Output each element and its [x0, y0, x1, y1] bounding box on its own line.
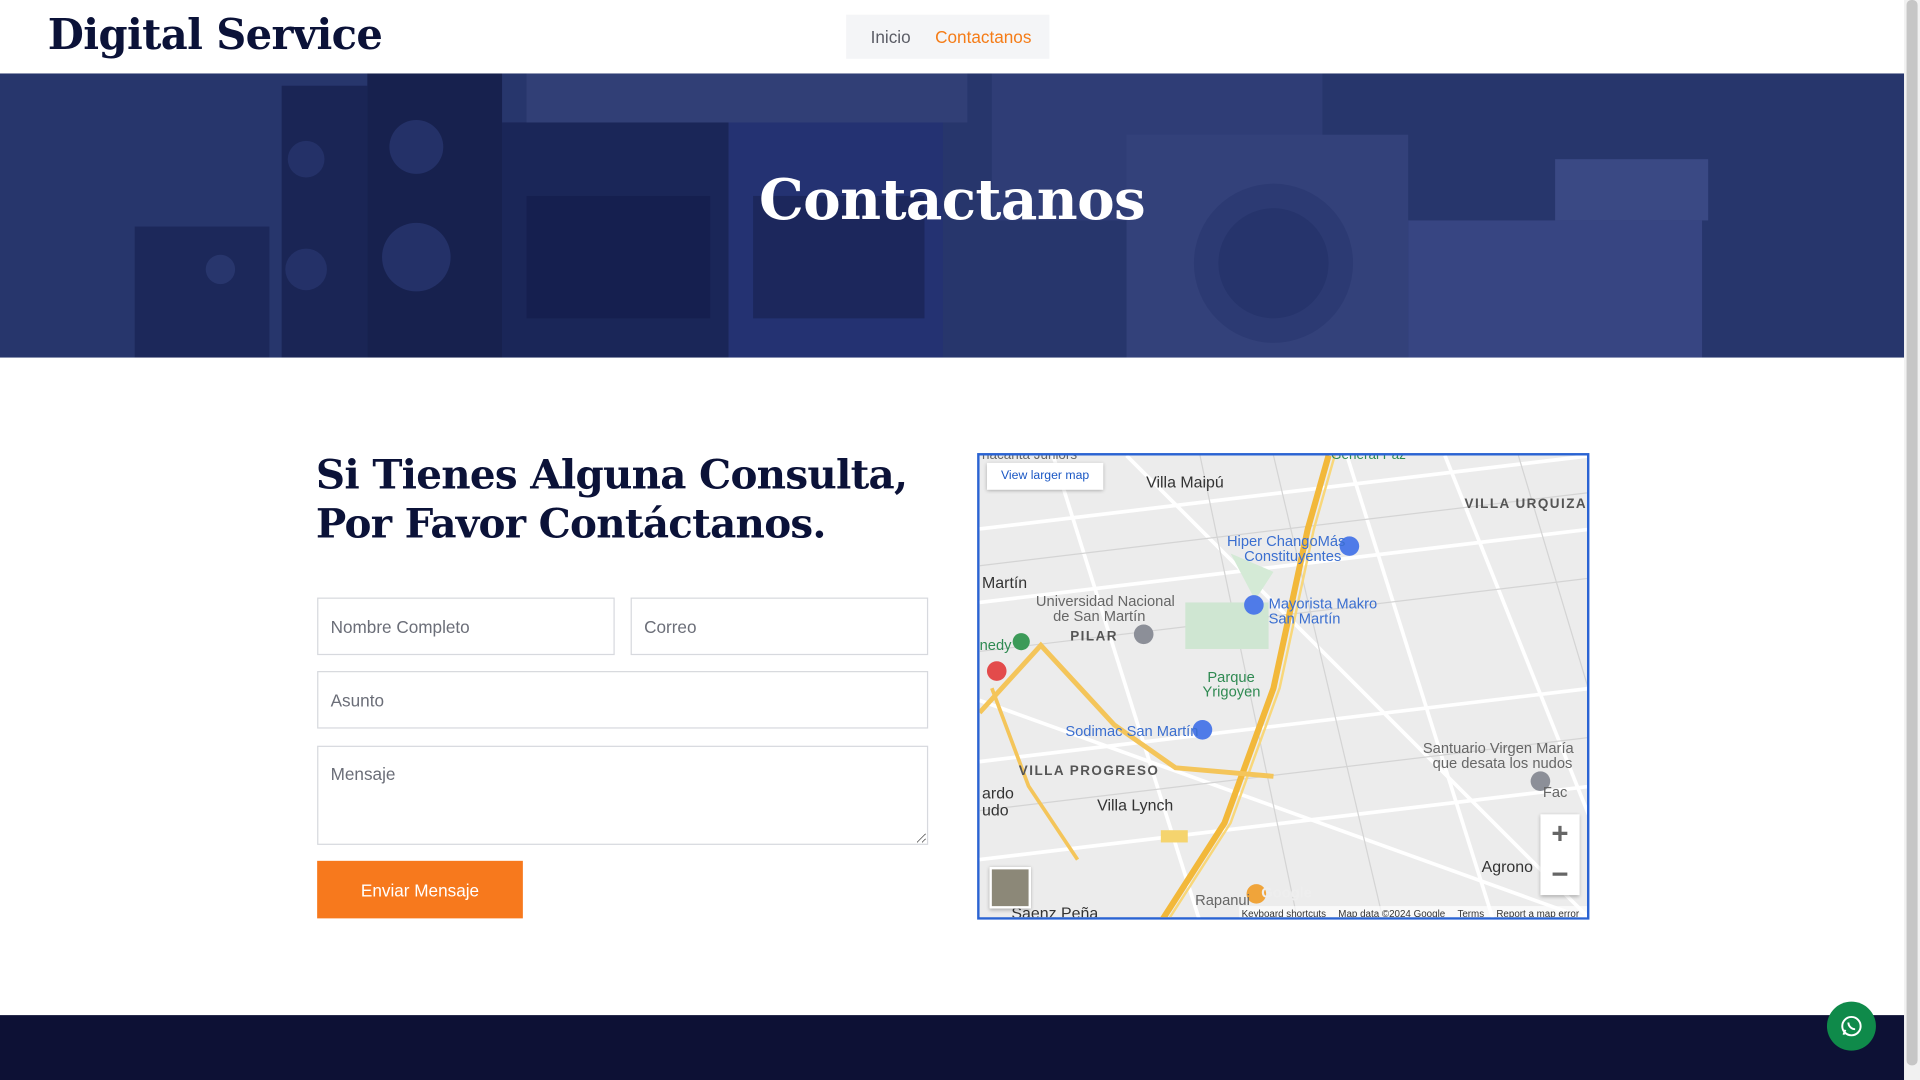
map-zoom-controls: + − — [1540, 814, 1580, 896]
whatsapp-icon — [1841, 1015, 1862, 1037]
nav-item-contactanos[interactable]: Contactanos — [935, 27, 1031, 47]
send-message-button[interactable]: Enviar Mensaje — [317, 860, 523, 919]
map-embed[interactable]: View larger map nacanta Juniors General … — [977, 453, 1590, 920]
map-tiles[interactable] — [979, 455, 1590, 920]
terms-link[interactable]: Terms — [1457, 908, 1484, 917]
keyboard-shortcuts-link[interactable]: Keyboard shortcuts — [1242, 908, 1326, 917]
whatsapp-button[interactable] — [1826, 1001, 1876, 1051]
message-field[interactable] — [317, 745, 929, 845]
main-nav: Inicio Contactanos — [846, 14, 1050, 59]
report-map-error-link[interactable]: Report a map error — [1496, 908, 1579, 917]
scrollbar[interactable] — [1904, 0, 1920, 1080]
satellite-toggle[interactable] — [989, 866, 1032, 909]
contact-heading: Si Tienes Alguna Consulta, Por Favor Con… — [315, 450, 908, 548]
map-data-label: Map data ©2024 Google — [1338, 907, 1446, 919]
view-larger-map-link[interactable]: View larger map — [986, 462, 1104, 490]
page-title: Contactanos — [758, 166, 1146, 233]
footer — [0, 1015, 1905, 1080]
top-bar: Digital Service Inicio Contactanos — [0, 0, 1905, 74]
zoom-out-button[interactable]: − — [1540, 855, 1579, 895]
page: Digital Service Inicio Contactanos Conta… — [0, 0, 1920, 1080]
brand-logo[interactable]: Digital Service — [48, 11, 383, 60]
subject-field[interactable] — [317, 671, 929, 729]
map-attribution: Keyboard shortcuts Map data ©2024 Google… — [1239, 906, 1587, 919]
zoom-in-button[interactable]: + — [1540, 814, 1579, 854]
nav-item-inicio[interactable]: Inicio — [871, 27, 911, 47]
google-logo: Google — [1261, 884, 1312, 902]
email-field[interactable] — [630, 597, 929, 656]
name-field[interactable] — [317, 597, 615, 656]
hero-banner: Contactanos — [0, 73, 1905, 358]
scrollbar-thumb[interactable] — [1906, 0, 1918, 1066]
